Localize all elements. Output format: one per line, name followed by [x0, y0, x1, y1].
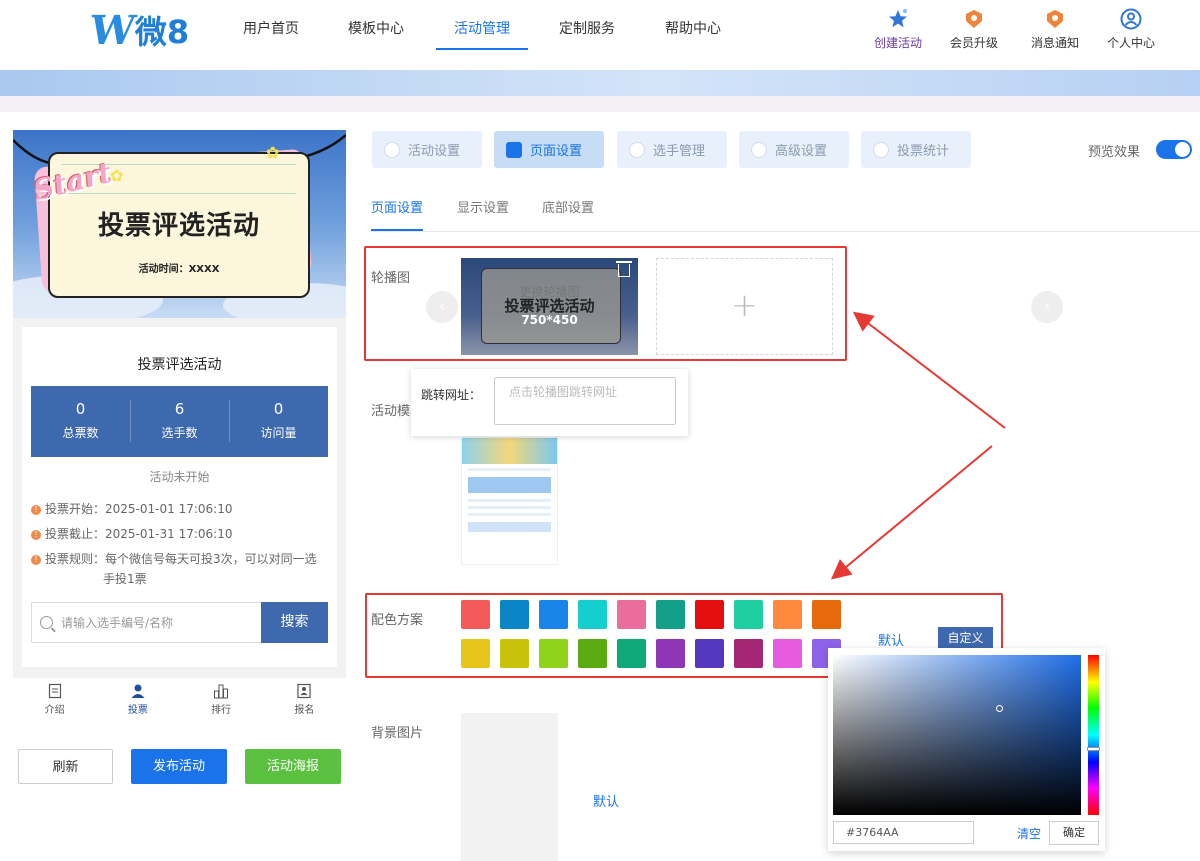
- confirm-color-button[interactable]: 确定: [1049, 821, 1099, 845]
- info-dot-icon: !: [31, 554, 41, 565]
- tab-contestant-management[interactable]: 选手管理: [617, 131, 727, 168]
- tab-activity-settings[interactable]: 活动设置: [372, 131, 482, 168]
- logo[interactable]: W 微8: [86, 6, 190, 54]
- notifications-label: 消息通知: [1030, 36, 1079, 50]
- publish-activity-button[interactable]: 发布活动: [131, 749, 227, 784]
- user-icon: [1120, 8, 1142, 30]
- star-icon: [889, 9, 907, 28]
- carousel-highlight-box: [364, 246, 847, 361]
- info-dot-icon: !: [31, 504, 41, 515]
- clear-color-button[interactable]: 清空: [1017, 825, 1041, 842]
- badge-icon: [1047, 10, 1063, 28]
- subtab-display-settings[interactable]: 显示设置: [457, 197, 509, 216]
- annotation-arrows: [830, 311, 1006, 580]
- activity-status: 活动未开始: [149, 470, 210, 484]
- stat-contestants: 6 选手数: [130, 386, 229, 457]
- header-banner: [0, 70, 1200, 96]
- background-default-button[interactable]: 默认: [593, 791, 619, 810]
- cover-title: 投票评选活动: [97, 211, 260, 241]
- stat-total-votes: 0 总票数: [31, 386, 130, 457]
- personal-center-label: 个人中心: [1106, 36, 1155, 50]
- template-thumbnail[interactable]: [461, 437, 558, 565]
- stat-value: 0: [273, 400, 284, 418]
- nav-custom-service[interactable]: 定制服务: [558, 18, 616, 38]
- background-image-label: 背景图片: [371, 726, 424, 741]
- sliders-icon: [751, 141, 767, 158]
- stat-label: 选手数: [161, 426, 198, 440]
- subtab-active-underline: [371, 229, 423, 231]
- tabbar-signup[interactable]: 报名: [263, 678, 346, 720]
- activity-title: 投票评选活动: [137, 357, 222, 373]
- logo-text: 微8: [134, 13, 190, 51]
- info-dot-icon: !: [31, 529, 41, 540]
- rule-end: ! 投票截止：2025-01-31 17:06:10: [31, 524, 331, 544]
- cover-time: 活动时间：XXXX: [138, 264, 220, 275]
- member-upgrade-button[interactable]: 会员升级: [929, 8, 1019, 51]
- person-icon: [131, 684, 145, 698]
- search-placeholder: 请输入选手编号/名称: [61, 616, 174, 630]
- personal-center-button[interactable]: 个人中心: [1086, 8, 1176, 51]
- stat-label: 访问量: [260, 426, 297, 440]
- tabbar-vote[interactable]: 投票: [96, 678, 179, 720]
- tab-vote-statistics[interactable]: 投票统计: [861, 131, 971, 168]
- stat-value: 0: [75, 400, 86, 418]
- nav-help[interactable]: 帮助中心: [664, 18, 722, 38]
- heart-icon: [384, 141, 400, 158]
- preview-effect-toggle[interactable]: [1156, 140, 1192, 159]
- person-icon: [629, 141, 645, 158]
- jump-url-input[interactable]: 点击轮播图跳转网址: [494, 377, 676, 425]
- tab-advanced-settings[interactable]: 高级设置: [739, 131, 849, 168]
- rule-start: ! 投票开始：2025-01-01 17:06:10: [31, 499, 331, 519]
- hue-slider-thumb[interactable]: [1087, 747, 1100, 751]
- star-deco-icon: ✿: [266, 143, 280, 162]
- subtab-divider: [371, 231, 1200, 232]
- nav-templates[interactable]: 模板中心: [347, 18, 405, 38]
- stat-value: 6: [174, 400, 185, 418]
- hex-color-input[interactable]: #3764AA: [833, 821, 974, 844]
- hue-slider[interactable]: [1088, 655, 1099, 815]
- tab-page-settings[interactable]: 页面设置: [494, 131, 604, 168]
- ranking-icon: [214, 684, 229, 699]
- nav-home[interactable]: 用户首页: [242, 18, 300, 38]
- badge-icon: [966, 10, 982, 28]
- member-upgrade-label: 会员升级: [949, 36, 998, 50]
- nav-active-underline: [436, 48, 528, 50]
- search-icon: [40, 616, 53, 629]
- nav-activity-management[interactable]: 活动管理: [453, 18, 511, 38]
- subtab-footer-settings[interactable]: 底部设置: [542, 197, 594, 216]
- jump-url-label: 跳转网址：: [421, 388, 482, 402]
- page: W 微8 用户首页 模板中心 活动管理 定制服务 帮助中心 创建活动 会员升级 …: [0, 0, 1200, 861]
- document-icon: [48, 683, 61, 699]
- search-button[interactable]: 搜索: [261, 602, 328, 643]
- tabbar-ranking[interactable]: 排行: [180, 678, 263, 720]
- layout-icon: [506, 141, 522, 158]
- contestant-search-input[interactable]: 请输入选手编号/名称: [31, 602, 262, 643]
- background-image-upload[interactable]: [461, 713, 558, 861]
- activity-poster-button[interactable]: 活动海报: [245, 749, 341, 784]
- stat-label: 总票数: [62, 426, 99, 440]
- refresh-button[interactable]: 刷新: [18, 749, 113, 784]
- create-activity-label: 创建活动: [873, 36, 922, 50]
- saturation-value-area[interactable]: [833, 655, 1081, 815]
- phone-tabbar: 介绍 投票 排行 报名: [13, 678, 346, 720]
- carousel-next-button[interactable]: ›: [1031, 291, 1063, 323]
- logo-w-mark: W: [86, 6, 137, 54]
- header-band: [0, 96, 1200, 112]
- tabbar-intro[interactable]: 介绍: [13, 678, 96, 720]
- stats-bar: 0 总票数 6 选手数 0 访问量: [31, 386, 328, 457]
- chart-icon: [873, 141, 889, 158]
- color-cursor[interactable]: [996, 705, 1003, 712]
- rule-voting: ! 投票规则：每个微信号每天可投3次，可以对同一选手投1票: [31, 549, 323, 589]
- subtab-page-settings[interactable]: 页面设置: [371, 197, 423, 216]
- signup-icon: [297, 683, 311, 699]
- template-label: 活动模: [371, 404, 411, 419]
- preview-effect-label: 预览效果: [1088, 145, 1141, 160]
- star-deco-icon: ✿: [110, 166, 124, 185]
- stat-visits: 0 访问量: [229, 386, 328, 457]
